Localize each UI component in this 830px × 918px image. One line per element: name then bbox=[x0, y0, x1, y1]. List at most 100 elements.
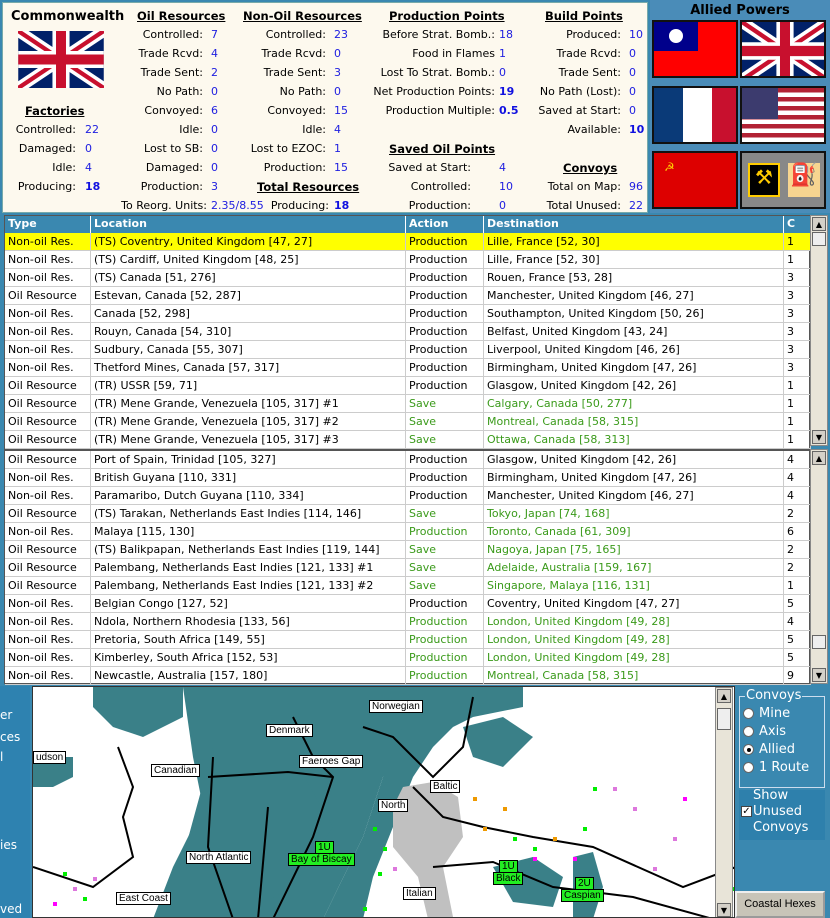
production-value: 18 bbox=[499, 28, 513, 41]
world-map[interactable]: Norwegian Denmark Faeroes Gap Canadian u… bbox=[32, 686, 735, 918]
table-row[interactable]: Oil Resource Palembang, Netherlands East … bbox=[5, 577, 811, 595]
table-row[interactable]: Non-oil Res. Ndola, Northern Rhodesia [13… bbox=[5, 613, 811, 631]
zone-label-hudson[interactable]: udson bbox=[33, 751, 67, 764]
table-row[interactable]: Non-oil Res. British Guyana [110, 331] Pro… bbox=[5, 469, 811, 487]
cell-action: Save bbox=[406, 541, 484, 559]
cell-count: 5 bbox=[784, 649, 811, 667]
convoy-marker bbox=[683, 797, 687, 801]
col-action[interactable]: Action bbox=[406, 216, 484, 233]
show-unused-checkbox[interactable]: ✓ bbox=[741, 806, 752, 817]
zone-label-east-coast[interactable]: East Coast bbox=[116, 892, 171, 905]
table-row[interactable]: Non-oil Res. Belgian Congo [127, 52] Produ… bbox=[5, 595, 811, 613]
cell-type: Non-oil Res. bbox=[5, 595, 91, 613]
zone-label-denmark[interactable]: Denmark bbox=[266, 724, 313, 737]
map-vertical-scrollbar[interactable]: ▲ ▼ bbox=[715, 687, 733, 917]
col-c[interactable]: C bbox=[784, 216, 811, 233]
table-row[interactable]: Non-oil Res. Thetford Mines, Canada [57, … bbox=[5, 359, 811, 377]
table-row[interactable]: Oil Resource (TS) Tarakan, Netherlands Ea… bbox=[5, 505, 811, 523]
convoy-marker bbox=[483, 827, 487, 831]
table-row[interactable]: Oil Resource Palembang, Netherlands East … bbox=[5, 559, 811, 577]
zone-label-north-atlantic[interactable]: North Atlantic bbox=[186, 851, 252, 864]
cell-action: Production bbox=[406, 523, 484, 541]
saved_oil-label: Production: bbox=[408, 199, 471, 212]
convoy-marker bbox=[73, 887, 77, 891]
col-location[interactable]: Location bbox=[91, 216, 406, 233]
table-row[interactable]: Oil Resource (TR) Mene Grande, Venezuela … bbox=[5, 395, 811, 413]
usa-flag[interactable] bbox=[740, 86, 826, 144]
table-row[interactable]: Non-oil Res. (TS) Cardiff, United Kingdom… bbox=[5, 251, 811, 269]
ussr-flag[interactable]: ☭ bbox=[652, 151, 738, 209]
radio-allied[interactable]: Allied bbox=[743, 742, 795, 757]
cell-count: 1 bbox=[784, 233, 811, 251]
cell-action: Save bbox=[406, 431, 484, 449]
oil-value: 2 bbox=[211, 66, 218, 79]
zone-label-italian[interactable]: Italian bbox=[403, 887, 436, 900]
saved_oil-value: 4 bbox=[499, 161, 506, 174]
oil-derrick-icon[interactable]: ⛽ bbox=[788, 163, 820, 197]
mine-icon[interactable]: ⚒ bbox=[748, 163, 780, 197]
table-row[interactable]: Oil Resource (TR) USSR [59, 71] Production… bbox=[5, 377, 811, 395]
table-row[interactable]: Non-oil Res. (TS) Coventry, United Kingdo… bbox=[5, 233, 811, 251]
bottom-table-scrollbar[interactable]: ▲ ▼ bbox=[810, 449, 828, 684]
cell-location: Palembang, Netherlands East Indies [121,… bbox=[91, 577, 406, 595]
table-row[interactable]: Non-oil Res. Pretoria, South Africa [149,… bbox=[5, 631, 811, 649]
cell-type: Oil Resource bbox=[5, 287, 91, 305]
cell-destination: Tokyo, Japan [74, 168] bbox=[484, 505, 784, 523]
radio-button-icon[interactable] bbox=[743, 762, 754, 773]
zone-label-north[interactable]: North bbox=[378, 799, 409, 812]
radio-1-route[interactable]: 1 Route bbox=[743, 760, 809, 775]
cell-destination: Belfast, United Kingdom [43, 24] bbox=[484, 323, 784, 341]
table-row[interactable]: Non-oil Res. Rouyn, Canada [54, 310] Produ… bbox=[5, 323, 811, 341]
oil-value: 0 bbox=[211, 85, 218, 98]
col-destination[interactable]: Destination bbox=[484, 216, 784, 233]
zone-label-baltic[interactable]: Baltic bbox=[430, 780, 461, 793]
convoy-zone-black[interactable]: Black bbox=[493, 872, 524, 885]
convoy-zone-bay-of-biscay[interactable]: Bay of Biscay bbox=[288, 853, 355, 866]
table-row[interactable]: Non-oil Res. Kimberley, South Africa [152… bbox=[5, 649, 811, 667]
zone-label-canadian[interactable]: Canadian bbox=[151, 764, 200, 777]
radio-button-icon[interactable] bbox=[743, 708, 754, 719]
table-row[interactable]: Non-oil Res. Paramaribo, Dutch Guyana [11… bbox=[5, 487, 811, 505]
nonoil-value: 0 bbox=[334, 47, 341, 60]
cell-action: Production bbox=[406, 487, 484, 505]
table-row[interactable]: Oil Resource (TS) Balikpapan, Netherlands… bbox=[5, 541, 811, 559]
build-label: No Path (Lost): bbox=[539, 85, 621, 98]
table-divider bbox=[5, 449, 811, 451]
convoy-marker bbox=[63, 872, 67, 876]
oil-label: Trade Sent: bbox=[140, 66, 203, 79]
table-row[interactable]: Oil Resource Estevan, Canada [52, 287] Pro… bbox=[5, 287, 811, 305]
france-flag[interactable] bbox=[652, 86, 738, 144]
radio-button-icon[interactable] bbox=[743, 726, 754, 737]
table-row[interactable]: Non-oil Res. (TS) Canada [51, 276] Product… bbox=[5, 269, 811, 287]
nonoil-label: Lost to EZOC: bbox=[250, 142, 326, 155]
table-row[interactable]: Oil Resource (TR) Mene Grande, Venezuela … bbox=[5, 413, 811, 431]
cell-count: 3 bbox=[784, 269, 811, 287]
coastal-hexes-button[interactable]: Coastal Hexes bbox=[735, 891, 825, 918]
total-value: 18 bbox=[334, 199, 350, 212]
zone-label-norwegian[interactable]: Norwegian bbox=[369, 700, 423, 713]
nonoil-label: Controlled: bbox=[265, 28, 326, 41]
china-flag[interactable] bbox=[652, 20, 738, 78]
build-label: Available: bbox=[567, 123, 622, 136]
table-row[interactable]: Non-oil Res. Newcastle, Australia [157, 1… bbox=[5, 667, 811, 685]
radio-axis[interactable]: Axis bbox=[743, 724, 786, 739]
radio-button-icon[interactable] bbox=[743, 744, 754, 755]
col-type[interactable]: Type bbox=[5, 216, 91, 233]
cell-location: (TS) Cardiff, United Kingdom [48, 25] bbox=[91, 251, 406, 269]
convoy-marker bbox=[383, 847, 387, 851]
table-row[interactable]: Non-oil Res. Canada [52, 298] Production So… bbox=[5, 305, 811, 323]
uk-flag-button[interactable] bbox=[740, 20, 826, 78]
table-row[interactable]: Oil Resource (TR) Mene Grande, Venezuela … bbox=[5, 431, 811, 449]
radio-mine[interactable]: Mine bbox=[743, 706, 790, 721]
cell-location: Rouyn, Canada [54, 310] bbox=[91, 323, 406, 341]
zone-label-faeroes-gap[interactable]: Faeroes Gap bbox=[299, 755, 364, 768]
cell-action: Production bbox=[406, 667, 484, 685]
convoys-value: 22 bbox=[629, 199, 643, 212]
table-row[interactable]: Oil Resource Port of Spain, Trinidad [105… bbox=[5, 451, 811, 469]
table-row[interactable]: Non-oil Res. Sudbury, Canada [55, 307] Pro… bbox=[5, 341, 811, 359]
convoy-zone-caspian[interactable]: Caspian bbox=[561, 889, 604, 902]
top-table-scrollbar[interactable]: ▲ ▼ bbox=[810, 215, 828, 446]
build-value: 0 bbox=[629, 47, 636, 60]
table-row[interactable]: Non-oil Res. Malaya [115, 130] Production T… bbox=[5, 523, 811, 541]
cell-destination: Rouen, France [53, 28] bbox=[484, 269, 784, 287]
